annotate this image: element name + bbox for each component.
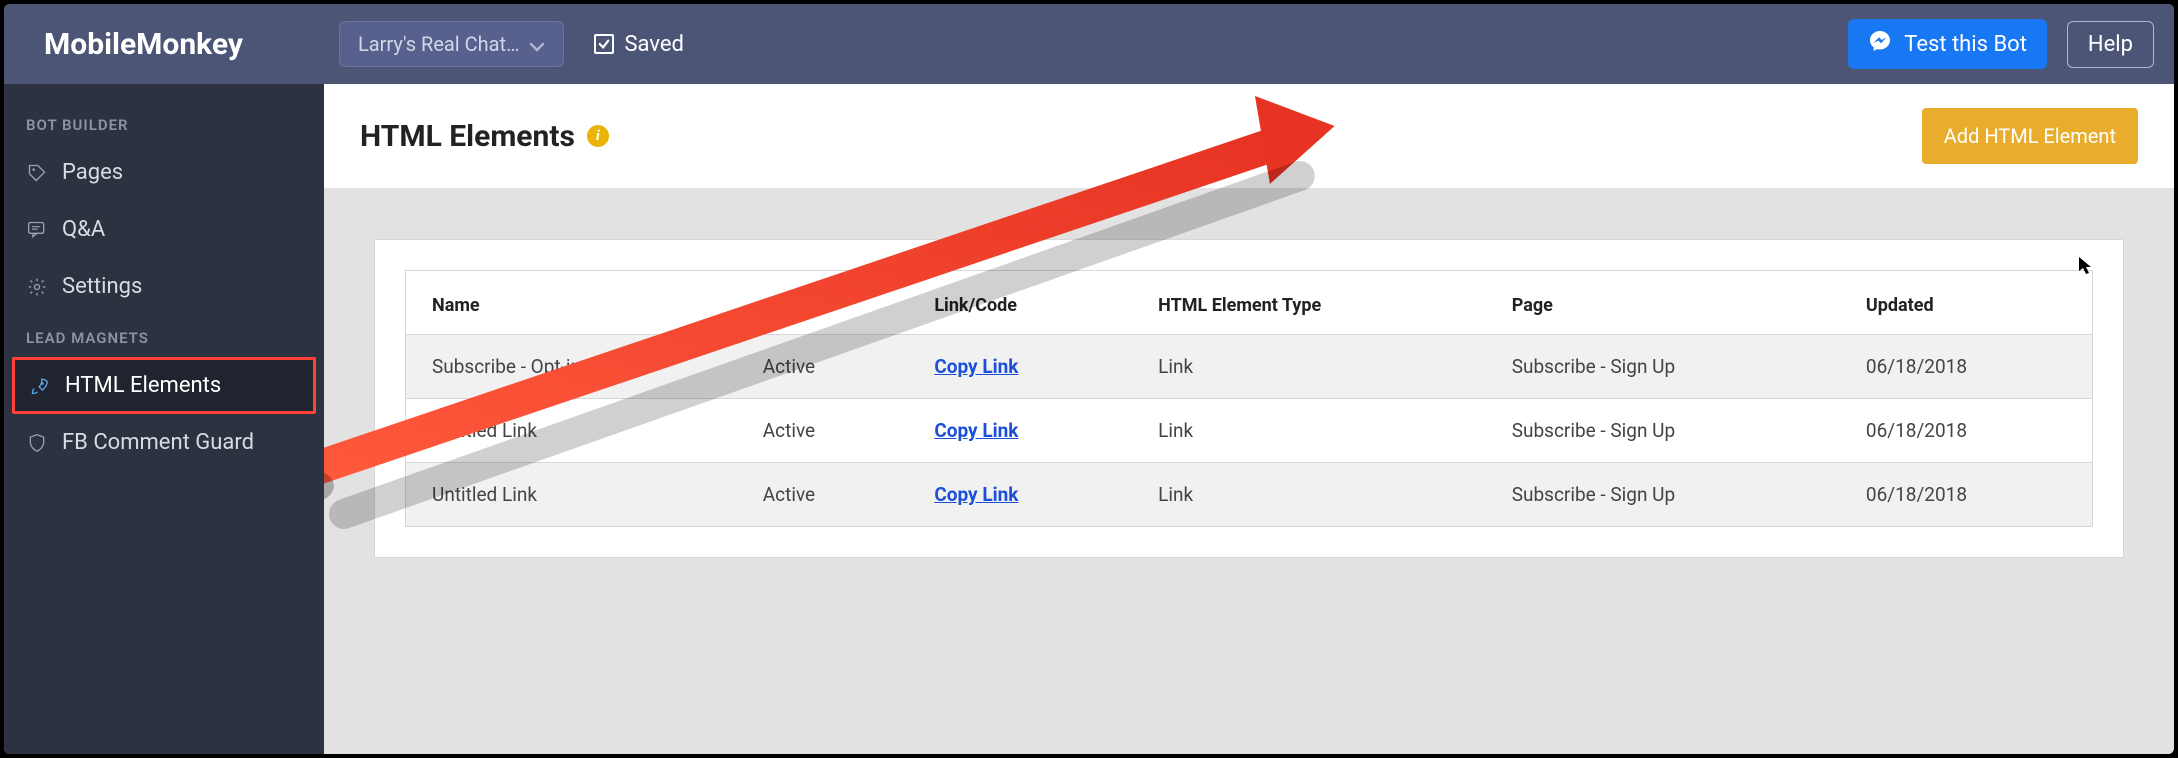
col-type[interactable]: HTML Element Type bbox=[1132, 271, 1486, 335]
tag-icon bbox=[26, 162, 48, 184]
table-row[interactable]: Untitled LinkActive Copy Link LinkSubscrib… bbox=[406, 399, 2093, 463]
sidebar-item-label: Pages bbox=[62, 160, 123, 185]
cursor-icon bbox=[2078, 256, 2094, 282]
topbar: MobileMonkey Larry's Real Chat… Saved Te… bbox=[4, 4, 2174, 84]
sidebar-section-lead-magnets: LEAD MAGNETS bbox=[4, 315, 324, 357]
add-html-element-button[interactable]: Add HTML Element bbox=[1922, 108, 2138, 164]
col-page[interactable]: Page bbox=[1486, 271, 1840, 335]
copy-link-button[interactable]: Copy Link bbox=[934, 483, 1018, 506]
table-row[interactable]: Subscribe - Opt-inActive Copy Link LinkSub… bbox=[406, 335, 2093, 399]
main-content: HTML Elements i Add HTML Element bbox=[324, 84, 2174, 754]
test-bot-button[interactable]: Test this Bot bbox=[1848, 19, 2047, 69]
col-link[interactable]: Link/Code bbox=[908, 271, 1132, 335]
table-row[interactable]: Untitled LinkActive Copy Link LinkSubscrib… bbox=[406, 463, 2093, 527]
html-elements-table: Name Status Link/Code HTML Element Type … bbox=[405, 270, 2093, 527]
cell-type: Link bbox=[1132, 463, 1486, 527]
sidebar-item-html-elements[interactable]: HTML Elements bbox=[12, 357, 316, 414]
workspace-selector-label: Larry's Real Chat… bbox=[358, 32, 519, 56]
sidebar-item-label: HTML Elements bbox=[65, 373, 221, 398]
sidebar: BOT BUILDER Pages Q&A Settings LEAD M bbox=[4, 84, 324, 754]
sidebar-item-settings[interactable]: Settings bbox=[4, 258, 324, 315]
page-title: HTML Elements bbox=[360, 119, 575, 154]
table-card: Name Status Link/Code HTML Element Type … bbox=[374, 239, 2124, 558]
cell-type: Link bbox=[1132, 399, 1486, 463]
sidebar-item-fb-comment-guard[interactable]: FB Comment Guard bbox=[4, 414, 324, 471]
copy-link-button[interactable]: Copy Link bbox=[934, 355, 1018, 378]
chat-icon bbox=[26, 219, 48, 241]
cell-name: Untitled Link bbox=[406, 399, 737, 463]
col-name[interactable]: Name bbox=[406, 271, 737, 335]
cell-page: Subscribe - Sign Up bbox=[1486, 335, 1840, 399]
sidebar-item-label: FB Comment Guard bbox=[62, 430, 254, 455]
cell-updated: 06/18/2018 bbox=[1840, 463, 2093, 527]
test-bot-label: Test this Bot bbox=[1904, 32, 2027, 57]
info-icon[interactable]: i bbox=[587, 125, 609, 147]
col-status[interactable]: Status bbox=[737, 271, 909, 335]
workspace-selector[interactable]: Larry's Real Chat… bbox=[339, 21, 564, 67]
cell-status: Active bbox=[737, 463, 909, 527]
col-updated[interactable]: Updated bbox=[1840, 271, 2093, 335]
gear-icon bbox=[26, 276, 48, 298]
cell-status: Active bbox=[737, 335, 909, 399]
cell-status: Active bbox=[737, 399, 909, 463]
saved-indicator: Saved bbox=[594, 32, 683, 57]
copy-link-button[interactable]: Copy Link bbox=[934, 419, 1018, 442]
messenger-icon bbox=[1868, 29, 1892, 59]
sidebar-item-qa[interactable]: Q&A bbox=[4, 201, 324, 258]
checkbox-checked-icon bbox=[594, 34, 614, 54]
chevron-down-icon bbox=[529, 36, 545, 52]
cell-page: Subscribe - Sign Up bbox=[1486, 463, 1840, 527]
help-button[interactable]: Help bbox=[2067, 21, 2154, 68]
cell-name: Untitled Link bbox=[406, 463, 737, 527]
cell-page: Subscribe - Sign Up bbox=[1486, 399, 1840, 463]
saved-label: Saved bbox=[624, 32, 683, 57]
rocket-icon bbox=[29, 375, 51, 397]
sidebar-item-label: Q&A bbox=[62, 217, 105, 242]
sidebar-item-label: Settings bbox=[62, 274, 142, 299]
page-header: HTML Elements i Add HTML Element bbox=[324, 84, 2174, 189]
cell-updated: 06/18/2018 bbox=[1840, 399, 2093, 463]
cell-name: Subscribe - Opt-in bbox=[406, 335, 737, 399]
sidebar-section-bot-builder: BOT BUILDER bbox=[4, 102, 324, 144]
shield-icon bbox=[26, 432, 48, 454]
cell-type: Link bbox=[1132, 335, 1486, 399]
sidebar-item-pages[interactable]: Pages bbox=[4, 144, 324, 201]
app-logo: MobileMonkey bbox=[24, 27, 319, 62]
cell-updated: 06/18/2018 bbox=[1840, 335, 2093, 399]
